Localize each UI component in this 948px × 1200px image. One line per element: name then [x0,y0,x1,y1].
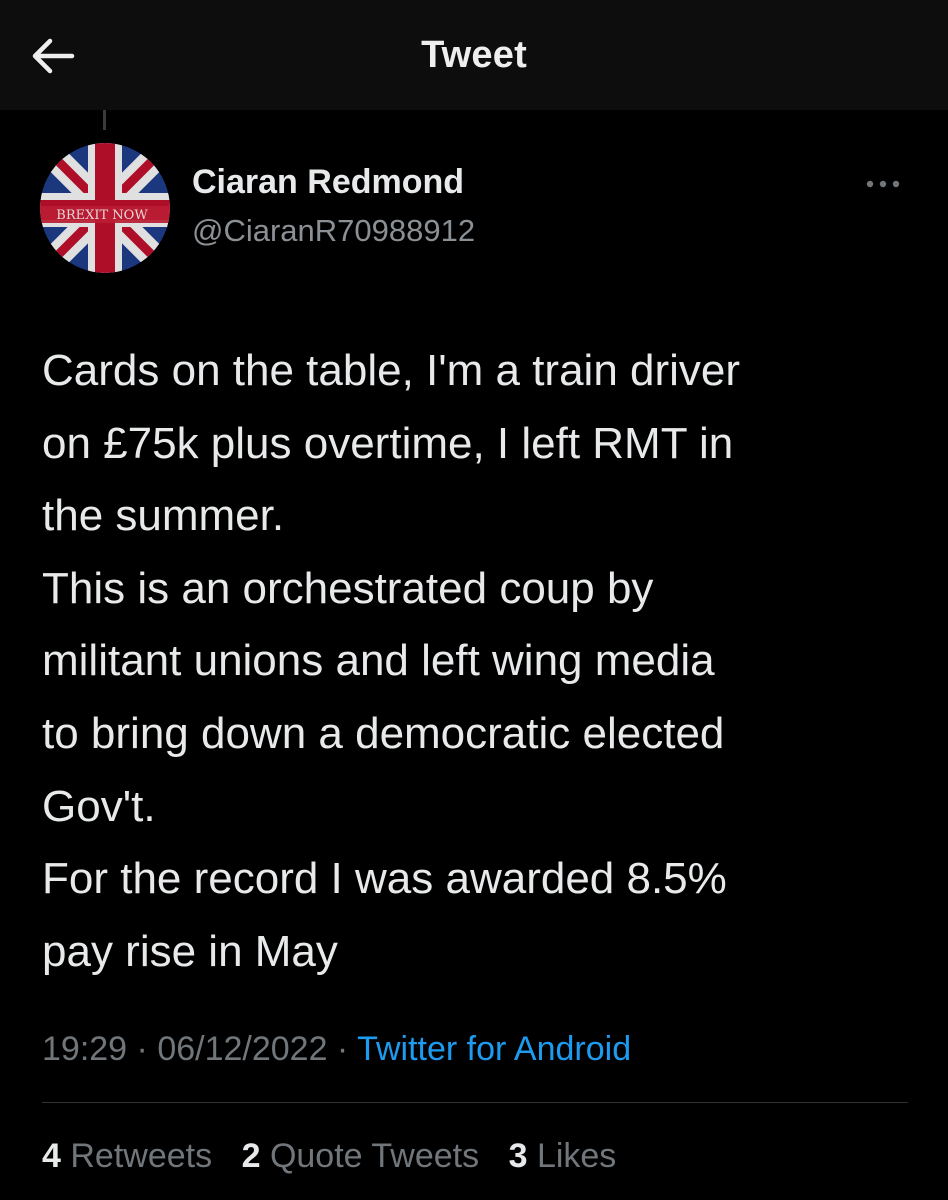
avatar[interactable]: BREXIT NOW [40,143,170,273]
tweet-line: For the record I was awarded 8.5% [42,854,727,904]
more-dots-icon [863,177,903,195]
tweet-line: Cards on the table, I'm a train driver [42,346,741,395]
divider [42,1102,908,1103]
tweet-date: 06/12/2022 [157,1030,328,1068]
tweet-line: on £75k plus overtime, I left RMT in [42,418,734,468]
meta-separator: · [327,1030,358,1068]
quote-tweets-stat[interactable]: 2 Quote Tweets [242,1137,480,1175]
tweet-line: to bring down a democratic elected [42,708,725,758]
likes-label: Likes [536,1137,617,1175]
more-options-button[interactable] [858,166,908,206]
tweet-line: This is an orchestrated coup by [42,563,654,613]
author-display-name[interactable]: Ciaran Redmond [192,163,464,202]
top-bar: Tweet [0,0,948,110]
quote-tweets-label: Quote Tweets [269,1137,480,1175]
quote-tweets-count: 2 [241,1137,261,1175]
engagement-stats: 4 Retweets 2 Quote Tweets 3 Likes [42,1137,636,1176]
retweets-label: Retweets [70,1137,213,1175]
tweet-line: pay rise in May [42,926,338,976]
tweet-source-link[interactable]: Twitter for Android [357,1030,631,1068]
thread-connector-line [103,110,106,130]
tweet-line: the summer. [42,491,285,541]
svg-text:BREXIT NOW: BREXIT NOW [56,208,148,223]
likes-stat[interactable]: 3 Likes [509,1137,617,1175]
tweet-line: Gov't. [42,781,156,831]
tweet-time: 19:29 [42,1030,128,1068]
tweet-line: militant unions and left wing media [42,636,715,686]
page-title: Tweet [421,34,527,76]
tweet-metadata: 19:29 · 06/12/2022 · Twitter for Android [42,1030,631,1069]
meta-separator: · [127,1030,158,1068]
author-handle: @CiaranR70988912 [192,213,476,248]
likes-count: 3 [508,1137,528,1175]
union-jack-image: BREXIT NOW [40,143,170,273]
retweets-stat[interactable]: 4 Retweets [42,1137,212,1175]
tweet-text: Cards on the table, I'm a train driver o… [42,335,922,988]
retweets-count: 4 [42,1137,61,1175]
